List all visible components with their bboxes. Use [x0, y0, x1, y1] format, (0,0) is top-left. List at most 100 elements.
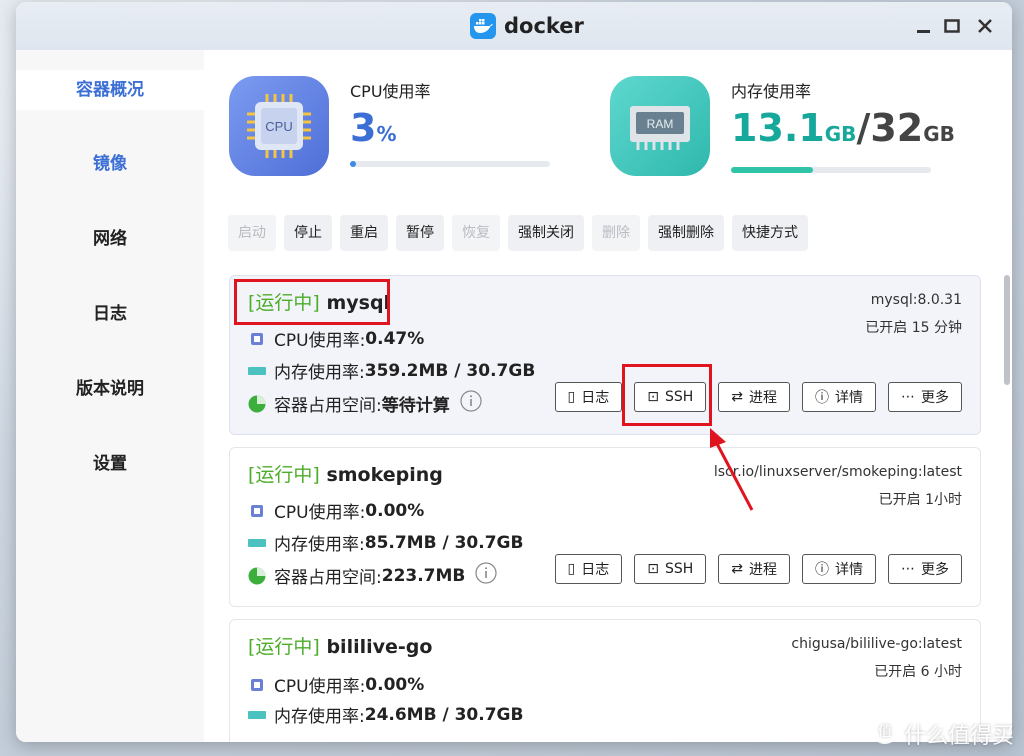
force-stop-button[interactable]: 强制关闭 — [508, 215, 584, 251]
title-bar: docker — [16, 2, 1012, 50]
log-button[interactable]: ▯ 日志 — [554, 554, 623, 584]
delete-button[interactable]: 删除 — [592, 215, 640, 251]
uptime: 已开启 1小时 — [878, 492, 962, 508]
status-badge: [运行中] — [248, 292, 320, 314]
shortcut-button[interactable]: 快捷方式 — [732, 215, 808, 251]
info-circle-icon: ⓘ — [815, 562, 829, 578]
details-button[interactable]: ⓘ 详情 — [802, 554, 876, 584]
memory-usage-row: 内存使用率: 85.7MB / 30.7GB — [248, 530, 523, 555]
container-title: [运行中] bililive-go — [248, 632, 432, 659]
memory-usage-bar — [731, 167, 931, 173]
memory-small-icon — [248, 534, 266, 552]
container-card-smokeping[interactable]: [运行中] smokeping lscr.io/linuxserver/smok… — [229, 447, 981, 607]
close-button[interactable] — [975, 16, 995, 36]
stop-button[interactable]: 停止 — [284, 215, 332, 251]
log-icon: ▯ — [567, 389, 576, 405]
status-badge: [运行中] — [248, 636, 320, 658]
sidebar-item-release-notes[interactable]: 版本说明 — [16, 369, 204, 409]
zhi-logo-icon: 值 — [871, 718, 898, 750]
process-button[interactable]: ⇄ 进程 — [718, 554, 790, 584]
sidebar-item-settings[interactable]: 设置 — [16, 444, 204, 484]
info-icon[interactable] — [460, 390, 482, 417]
container-card-mysql[interactable]: [运行中] mysql mysql:8.0.31 已开启 15 分钟 CPU使用… — [229, 275, 981, 435]
sidebar: 容器概况 镜像 网络 日志 版本说明 设置 — [16, 50, 204, 742]
container-toolbar: 启动 停止 重启 暂停 恢复 强制关闭 删除 强制删除 快捷方式 — [228, 215, 808, 251]
maximize-button[interactable] — [942, 16, 962, 36]
info-icon[interactable] — [475, 562, 497, 589]
annotation-arrow-icon — [710, 428, 754, 511]
memory-usage-label: 内存使用率 — [731, 82, 812, 101]
cpu-usage-label: CPU使用率 — [350, 82, 431, 101]
pause-button[interactable]: 暂停 — [396, 215, 444, 251]
ssh-button[interactable]: ⊡ SSH — [634, 554, 707, 584]
cpu-usage-value: 3% — [350, 106, 397, 150]
pie-chart-icon — [248, 567, 266, 585]
restart-button[interactable]: 重启 — [340, 215, 388, 251]
cpu-usage-row: CPU使用率: 0.47% — [248, 326, 424, 351]
cpu-usage-bar-fill — [350, 161, 356, 167]
terminal-icon: ⊡ — [647, 561, 659, 577]
force-delete-button[interactable]: 强制删除 — [648, 215, 724, 251]
ssh-button[interactable]: ⊡ SSH — [634, 382, 707, 412]
more-dots-icon: ⋯ — [901, 561, 915, 577]
scrollbar-thumb[interactable] — [1004, 275, 1010, 385]
container-actions: ▯ 日志 ⊡ SSH ⇄ 进程 ⓘ 详情 ⋯ 更多 — [554, 554, 962, 584]
cpu-usage-row: CPU使用率: 0.00% — [248, 498, 424, 523]
more-dots-icon: ⋯ — [901, 389, 915, 405]
sidebar-item-images[interactable]: 镜像 — [16, 144, 204, 184]
memory-usage-row: 内存使用率: 24.6MB / 30.7GB — [248, 702, 523, 727]
memory-small-icon — [248, 706, 266, 724]
cpu-usage-row: CPU使用率: 0.00% — [248, 672, 424, 697]
ram-chip-icon: RAM — [610, 76, 710, 176]
image-name: mysql:8.0.31 — [870, 292, 962, 308]
cpu-small-icon — [248, 502, 266, 520]
main-panel: CPU CPU使用率 3% RAM 内存使用率 13.1GB/32GB 启动 停… — [204, 50, 1012, 742]
cpu-chip-label: CPU — [265, 119, 292, 134]
start-button[interactable]: 启动 — [228, 215, 276, 251]
disk-usage-row: 容器占用空间: 223.7MB — [248, 562, 497, 589]
log-icon: ▯ — [567, 561, 576, 577]
sidebar-item-logs[interactable]: 日志 — [16, 294, 204, 334]
process-button[interactable]: ⇄ 进程 — [718, 382, 790, 412]
sidebar-item-container-overview[interactable]: 容器概况 — [16, 70, 204, 110]
cpu-small-icon — [248, 330, 266, 348]
memory-usage-bar-fill — [731, 167, 813, 173]
uptime: 已开启 6 小时 — [874, 664, 962, 680]
container-name: bililive-go — [326, 636, 433, 658]
cpu-small-icon — [248, 676, 266, 694]
watermark: 值 什么值得买 — [871, 718, 1014, 750]
disk-usage-row: 容器占用空间: 等待计算 — [248, 390, 482, 417]
container-title: [运行中] smokeping — [248, 460, 443, 487]
cpu-usage-bar — [350, 161, 550, 167]
pie-chart-icon — [248, 395, 266, 413]
swap-icon: ⇄ — [731, 561, 743, 577]
memory-small-icon — [248, 362, 266, 380]
resume-button[interactable]: 恢复 — [452, 215, 500, 251]
info-circle-icon: ⓘ — [815, 390, 829, 406]
container-actions: ▯ 日志 ⊡ SSH ⇄ 进程 ⓘ 详情 ⋯ 更多 — [554, 382, 962, 412]
memory-usage-value: 13.1GB/32GB — [731, 106, 955, 150]
memory-usage-row: 内存使用率: 359.2MB / 30.7GB — [248, 358, 535, 383]
more-button[interactable]: ⋯ 更多 — [888, 554, 962, 584]
container-title: [运行中] mysql — [248, 288, 390, 315]
docker-whale-icon — [470, 13, 496, 39]
ram-chip-label: RAM — [647, 117, 674, 131]
more-button[interactable]: ⋯ 更多 — [888, 382, 962, 412]
docker-window: docker 容器概况 镜像 网络 日志 版本说明 设置 CPU CPU使用率 … — [16, 2, 1012, 742]
minimize-button[interactable] — [914, 16, 934, 36]
cpu-chip-icon: CPU — [229, 76, 329, 176]
svg-text:值: 值 — [878, 724, 892, 740]
sidebar-item-network[interactable]: 网络 — [16, 219, 204, 259]
container-name: mysql — [326, 292, 391, 314]
log-button[interactable]: ▯ 日志 — [554, 382, 623, 412]
terminal-icon: ⊡ — [647, 389, 659, 405]
status-badge: [运行中] — [248, 464, 320, 486]
details-button[interactable]: ⓘ 详情 — [802, 382, 876, 412]
uptime: 已开启 15 分钟 — [865, 320, 962, 336]
container-name: smokeping — [326, 464, 443, 486]
swap-icon: ⇄ — [731, 389, 743, 405]
container-card-bililive-go[interactable]: [运行中] bililive-go chigusa/bililive-go:la… — [229, 619, 981, 742]
image-name: chigusa/bililive-go:latest — [791, 636, 962, 652]
app-title: docker — [504, 14, 584, 38]
window-title: docker — [470, 12, 584, 40]
